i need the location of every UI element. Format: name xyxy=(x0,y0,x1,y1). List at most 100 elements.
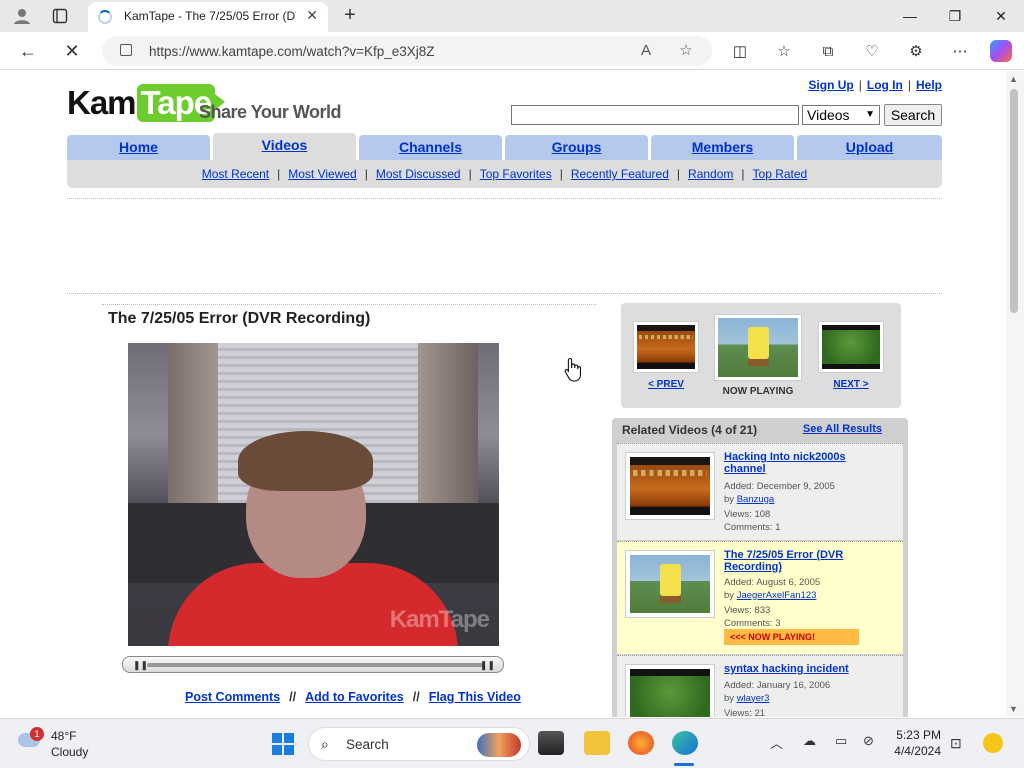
extensions-icon[interactable]: ⚙ xyxy=(905,41,927,63)
log-in-link[interactable]: Log In xyxy=(867,78,903,92)
tab-members-label[interactable]: Members xyxy=(692,139,753,155)
next-video-thumbnail[interactable] xyxy=(818,321,884,373)
video-frame-person xyxy=(238,431,373,491)
scroll-up-icon[interactable]: ▲ xyxy=(1009,74,1018,84)
lock-icon[interactable] xyxy=(120,44,132,56)
see-all-results-link[interactable]: See All Results xyxy=(803,423,882,435)
notifications-icon[interactable]: ⊡ xyxy=(950,735,962,752)
scrollbar-thumb[interactable] xyxy=(1010,89,1018,313)
subnav-most-discussed[interactable]: Most Discussed xyxy=(376,167,461,181)
profile-icon[interactable] xyxy=(10,4,34,28)
subnav-most-recent[interactable]: Most Recent xyxy=(202,167,269,181)
address-bar[interactable]: https://www.kamtape.com/watch?v=Kfp_e3Xj… xyxy=(102,36,712,66)
stop-loading-icon[interactable]: ✕ xyxy=(60,39,84,63)
main-nav: Home Videos Channels Groups Members Uplo… xyxy=(67,133,942,160)
related-author-link[interactable]: wlayer3 xyxy=(737,693,770,704)
close-tab-icon[interactable]: ✕ xyxy=(306,7,318,24)
flag-video-link[interactable]: Flag This Video xyxy=(429,690,521,704)
sign-up-link[interactable]: Sign Up xyxy=(808,78,853,92)
collections-icon[interactable]: ⧉ xyxy=(817,41,839,63)
prev-video-thumbnail[interactable] xyxy=(633,321,699,373)
back-icon[interactable]: ← xyxy=(16,39,40,63)
tab-upload[interactable]: Upload xyxy=(797,135,942,160)
firefox-icon[interactable] xyxy=(628,731,654,755)
clock[interactable]: 5:23 PM 4/4/2024 xyxy=(893,727,941,759)
subnav-most-viewed[interactable]: Most Viewed xyxy=(288,167,356,181)
favorites-icon[interactable]: ☆ xyxy=(773,41,795,63)
search-button[interactable]: Search xyxy=(884,104,942,126)
related-thumbnail[interactable] xyxy=(625,550,715,618)
browser-tab-active[interactable]: KamTape - The 7/25/05 Error (DV ✕ xyxy=(88,2,328,32)
tab-channels-label[interactable]: Channels xyxy=(399,139,462,155)
related-video-link[interactable]: syntax hacking incident xyxy=(724,663,849,675)
onedrive-icon[interactable]: ☁ xyxy=(803,733,816,749)
now-playing-thumbnail[interactable] xyxy=(714,314,802,381)
browser-essentials-icon[interactable]: ♡ xyxy=(861,41,883,63)
search-category-value: Videos xyxy=(807,107,850,123)
seek-bar[interactable] xyxy=(147,663,483,667)
tab-groups-label[interactable]: Groups xyxy=(552,139,602,155)
chevron-up-icon[interactable]: ︿ xyxy=(770,733,783,752)
volume-icon[interactable]: ❚❚ xyxy=(480,660,495,671)
task-view-icon[interactable] xyxy=(538,731,564,755)
post-comments-link[interactable]: Post Comments xyxy=(185,690,280,704)
subnav-recently-featured[interactable]: Recently Featured xyxy=(571,167,669,181)
pause-icon[interactable]: ❚❚ xyxy=(133,660,148,671)
more-menu-icon[interactable]: ⋯ xyxy=(949,41,971,63)
help-link[interactable]: Help xyxy=(916,78,942,92)
minimize-icon[interactable]: — xyxy=(898,5,922,27)
split-screen-icon[interactable]: ◫ xyxy=(729,41,751,63)
copilot-icon[interactable] xyxy=(990,40,1012,62)
prev-link[interactable]: < PREV xyxy=(648,379,684,390)
tab-home[interactable]: Home xyxy=(67,135,210,160)
file-explorer-icon[interactable] xyxy=(584,731,610,755)
related-video-link[interactable]: The 7/25/05 Error (DVR Recording) xyxy=(724,549,843,573)
related-author-link[interactable]: Banzuga xyxy=(737,494,775,505)
tab-actions-icon[interactable] xyxy=(48,4,72,28)
video-player[interactable]: KamTape xyxy=(128,343,499,646)
network-icon[interactable]: ⊘ xyxy=(863,733,874,749)
restore-icon[interactable]: ❐ xyxy=(943,5,967,27)
subnav-random[interactable]: Random xyxy=(688,167,733,181)
url-text[interactable]: https://www.kamtape.com/watch?v=Kfp_e3Xj… xyxy=(149,44,435,59)
edge-icon[interactable] xyxy=(672,731,698,755)
favorite-star-icon[interactable]: ☆ xyxy=(676,41,696,61)
subnav-top-rated[interactable]: Top Rated xyxy=(753,167,808,181)
site-tagline: Share Your World xyxy=(199,102,342,122)
web-page: Kam Tape Share Your World Sign Up | Log In… xyxy=(0,71,1006,717)
separator: | xyxy=(277,167,281,181)
related-thumbnail[interactable] xyxy=(625,452,715,520)
tab-upload-label[interactable]: Upload xyxy=(846,139,893,155)
related-added: Added: December 9, 2005 xyxy=(724,481,835,492)
search-input[interactable] xyxy=(511,105,799,125)
scroll-down-icon[interactable]: ▼ xyxy=(1009,704,1018,714)
related-author-link[interactable]: JaegerAxelFan123 xyxy=(737,590,817,601)
taskbar: 1 48°F Cloudy ⌕ Search ︿ ☁ ▭ ⊘ 5:23 PM 4… xyxy=(0,718,1024,768)
subnav-top-favorites[interactable]: Top Favorites xyxy=(480,167,552,181)
tab-videos[interactable]: Videos xyxy=(213,133,356,160)
weather-widget[interactable]: 1 48°F Cloudy xyxy=(14,727,104,761)
read-aloud-icon[interactable]: A xyxy=(636,41,656,61)
related-thumbnail[interactable] xyxy=(625,664,715,717)
tab-members[interactable]: Members xyxy=(651,135,794,160)
vertical-scrollbar[interactable]: ▲ ▼ xyxy=(1006,71,1024,717)
tab-channels[interactable]: Channels xyxy=(359,135,502,160)
tab-home-label[interactable]: Home xyxy=(119,139,158,155)
related-video-link[interactable]: Hacking Into nick2000s channel xyxy=(724,451,846,475)
next-link[interactable]: NEXT > xyxy=(833,379,868,390)
copilot-pre-icon[interactable] xyxy=(983,733,1003,753)
start-button[interactable] xyxy=(272,733,294,755)
new-tab-button[interactable]: + xyxy=(338,4,362,28)
search-category-select[interactable]: Videos ▼ xyxy=(802,105,880,125)
tab-videos-label[interactable]: Videos xyxy=(262,137,308,153)
tab-groups[interactable]: Groups xyxy=(505,135,648,160)
window-close-icon[interactable]: ✕ xyxy=(989,5,1013,27)
related-views: Views: 833 xyxy=(724,605,771,616)
loading-spinner-icon xyxy=(98,10,112,24)
add-to-favorites-link[interactable]: Add to Favorites xyxy=(305,690,404,704)
taskbar-search[interactable]: ⌕ Search xyxy=(308,727,530,761)
related-video-title: syntax hacking incident xyxy=(724,663,889,675)
display-icon[interactable]: ▭ xyxy=(835,733,847,749)
site-logo[interactable]: Kam Tape xyxy=(67,81,225,125)
divider xyxy=(102,304,596,305)
